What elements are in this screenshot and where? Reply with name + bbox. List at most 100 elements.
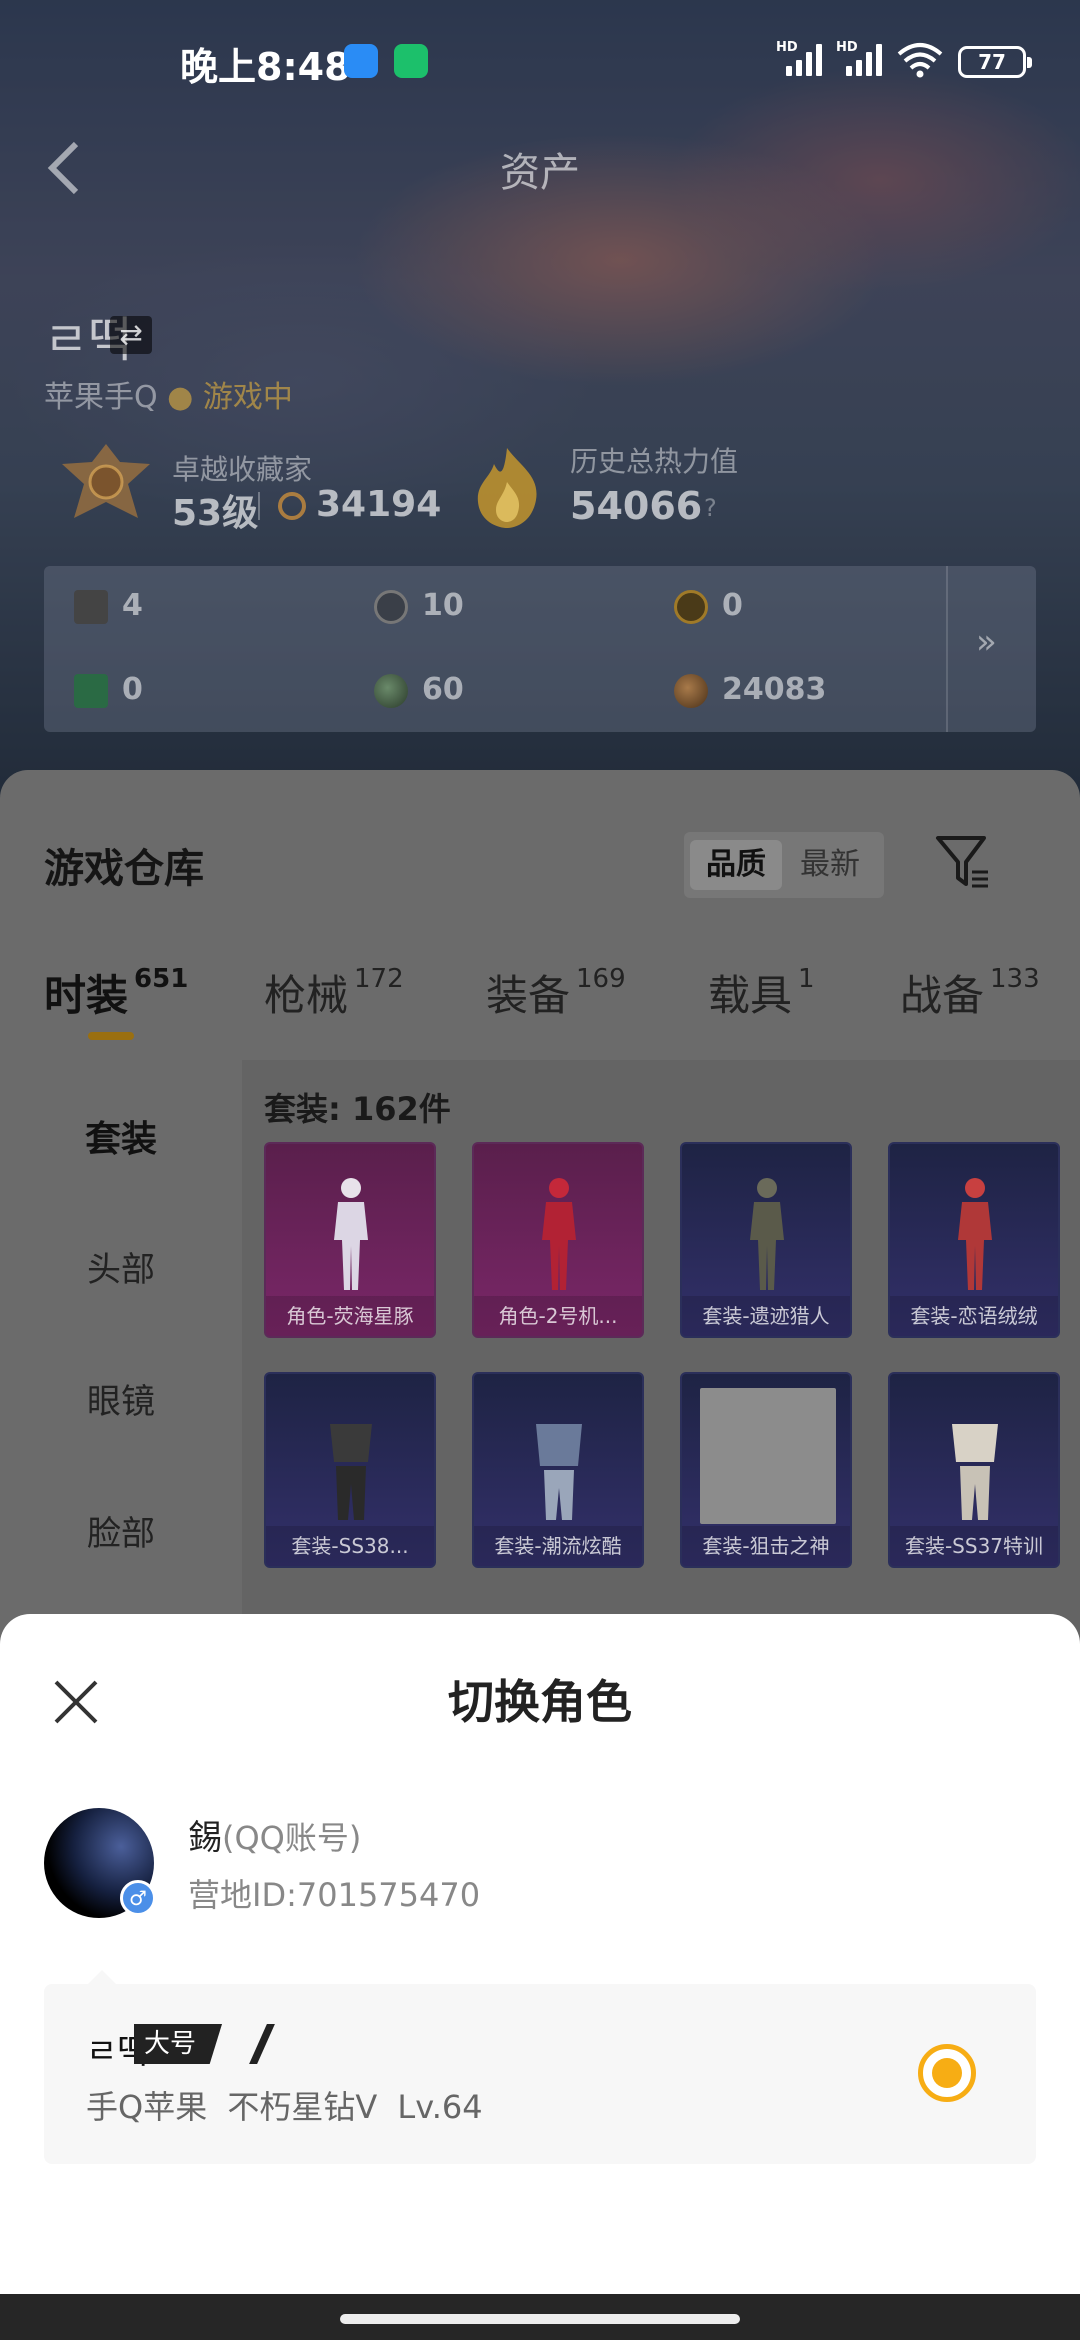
item-card[interactable]: 角色-2号机...: [472, 1142, 644, 1338]
system-nav-bar: [0, 2294, 1080, 2340]
main-account-badge: 大号: [134, 2024, 223, 2064]
outfit-figure-icon: [334, 1178, 368, 1290]
item-count: 套装: 162件: [264, 1090, 451, 1128]
flame-icon: [470, 446, 544, 530]
active-tab-underline: [88, 1032, 134, 1040]
tab-label: 时装: [44, 971, 129, 1020]
sort-latest[interactable]: 最新: [784, 840, 876, 890]
account-id: 营地ID:701575470: [188, 1876, 481, 1914]
game-status: 游戏中: [202, 380, 293, 415]
tab-count: 169: [576, 964, 626, 994]
tab-count: 133: [990, 964, 1040, 994]
sheet-title: 切换角色: [448, 1675, 632, 1729]
stat-value: 0: [722, 588, 743, 623]
sidebar-item-glasses[interactable]: 眼镜: [0, 1374, 242, 1423]
collector-label: 卓越收藏家: [172, 453, 313, 486]
stat-value: 0: [122, 672, 143, 707]
item-caption: 套装-SS38...: [266, 1526, 434, 1566]
asset-stats-panel[interactable]: 4 10 0 0 60 24083 »: [44, 566, 1036, 732]
gold-token-icon: [674, 590, 708, 624]
stat-value: 4: [122, 588, 143, 623]
sidebar-item-suits[interactable]: 套装: [0, 1110, 242, 1162]
tab-label: 装备: [486, 971, 571, 1020]
stat-value: 10: [422, 588, 464, 623]
item-card[interactable]: 套装-SS37特训: [888, 1372, 1060, 1568]
green-card-icon: [74, 674, 108, 708]
sort-toggle[interactable]: 品质 最新: [684, 832, 884, 898]
tab-label: 战备: [900, 971, 985, 1020]
image-placeholder-icon: [700, 1388, 836, 1524]
role-option-info: 手Q苹果 不朽星钻V Lv.64: [86, 2088, 483, 2126]
platform-label: 苹果手Q: [44, 380, 158, 415]
tab-guns[interactable]: 枪械 172: [264, 962, 404, 1023]
item-card[interactable]: 套装-恋语绒绒: [888, 1142, 1060, 1338]
coin-icon: [278, 492, 306, 520]
switch-role-icon[interactable]: ⇄: [110, 316, 152, 354]
heat-value: 54066: [570, 484, 703, 528]
item-caption: 套装-恋语绒绒: [890, 1296, 1058, 1336]
green-orb-icon: [374, 674, 408, 708]
tab-vehicles[interactable]: 载具 1: [708, 962, 815, 1023]
tab-equipment[interactable]: 装备 169: [486, 962, 626, 1023]
wifi-icon: [895, 42, 945, 78]
badge-stripe: [249, 2024, 275, 2064]
item-caption: 套装-潮流炫酷: [474, 1526, 642, 1566]
outfit-figure-icon: [750, 1178, 784, 1290]
sort-quality[interactable]: 品质: [690, 840, 782, 890]
tab-label: 载具: [708, 971, 793, 1020]
collector-level: 53级: [172, 493, 259, 534]
selected-radio[interactable]: [918, 2044, 976, 2102]
status-bar: 晚上8:48 HD HD 77: [0, 0, 1080, 120]
signal-icon: [786, 44, 826, 76]
account-name: 錫(QQ账号): [188, 1810, 361, 1859]
tab-label: 枪械: [264, 971, 349, 1020]
sidebar-item-face[interactable]: 脸部: [0, 1506, 242, 1555]
bronze-coin-icon: [674, 674, 708, 708]
help-icon[interactable]: ?: [704, 494, 717, 522]
account-nickname: 錫: [188, 1818, 222, 1858]
home-indicator[interactable]: [340, 2314, 740, 2324]
outfit-figure-icon: [330, 1424, 372, 1520]
item-card[interactable]: 套装-SS38...: [264, 1372, 436, 1568]
hero-banner: 资产 ㄹ떡 ⇄ 苹果手Q ● 游戏中 卓越收藏家 53级 34194 历史总热力…: [0, 0, 1080, 800]
item-card[interactable]: 套装-遗迹猎人: [680, 1142, 852, 1338]
filter-icon[interactable]: [934, 832, 992, 892]
collector-badge-icon: [54, 440, 158, 532]
silver-coin-icon: [374, 590, 408, 624]
stat-value: 24083: [722, 672, 827, 707]
divider: [258, 492, 260, 520]
card-icon: [74, 590, 108, 624]
tab-count: 1: [798, 964, 815, 994]
item-caption: 角色-荧海星豚: [266, 1296, 434, 1336]
item-caption: 套装-SS37特训: [890, 1526, 1058, 1566]
account-type: (QQ账号): [222, 1819, 362, 1857]
category-tabs: 时装 651 枪械 172 装备 169 载具 1 战备 133: [0, 962, 1080, 1042]
tab-gear[interactable]: 战备 133: [900, 962, 1040, 1023]
divider: [946, 566, 948, 732]
item-card[interactable]: 角色-荧海星豚: [264, 1142, 436, 1338]
status-time: 晚上8:48: [180, 45, 351, 89]
outfit-figure-icon: [958, 1178, 992, 1290]
tab-count: 651: [134, 964, 189, 994]
tab-fashion[interactable]: 时装 651: [44, 962, 188, 1023]
platform-status: 苹果手Q ● 游戏中: [44, 372, 293, 416]
battery-indicator: 77: [958, 46, 1032, 78]
role-option[interactable]: ㄹ떡 大号 手Q苹果 不朽星钻V Lv.64: [44, 1970, 1036, 2164]
signal-icon: [846, 44, 886, 76]
outfit-figure-icon: [542, 1178, 576, 1290]
outfit-figure-icon: [952, 1424, 998, 1520]
sidebar-item-head[interactable]: 头部: [0, 1242, 242, 1291]
page-title: 资产: [500, 150, 580, 196]
male-icon: ♂: [120, 1880, 156, 1916]
notification-app-icon: [344, 44, 378, 78]
item-caption: 套装-狙击之神: [682, 1526, 850, 1566]
switch-role-sheet: 切换角色 ♂ 錫(QQ账号) 营地ID:701575470 ㄹ떡 大号 手Q苹果…: [0, 1614, 1080, 2294]
game-status-dot: ●: [157, 380, 203, 415]
shield-app-icon: [394, 44, 428, 78]
item-caption: 角色-2号机...: [474, 1296, 642, 1336]
chevron-right-icon[interactable]: »: [976, 622, 997, 662]
item-card[interactable]: 套装-潮流炫酷: [472, 1372, 644, 1568]
tab-count: 172: [354, 964, 404, 994]
coin-value: 34194: [316, 484, 442, 525]
item-card[interactable]: 套装-狙击之神: [680, 1372, 852, 1568]
